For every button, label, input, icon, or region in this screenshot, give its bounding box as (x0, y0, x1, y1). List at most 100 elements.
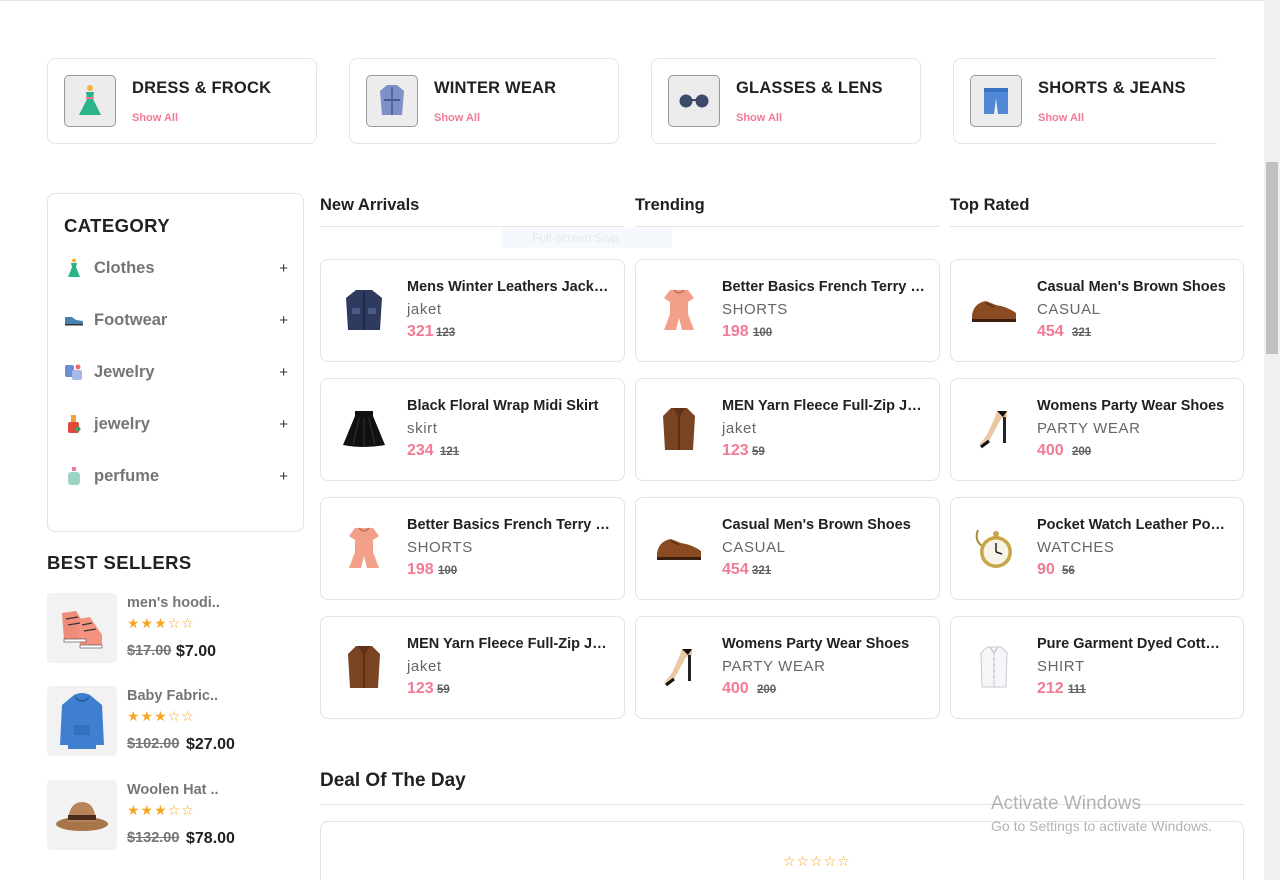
category-card-glasses[interactable]: GLASSES & LENS Show All (651, 58, 921, 144)
product-card[interactable]: Womens Party Wear Shoes PARTY WEAR 400 2… (950, 378, 1244, 481)
category-title: SHORTS & JEANS (1038, 79, 1186, 97)
product-name: Casual Men's Brown Shoes (722, 517, 911, 533)
product-price: 400 (722, 680, 749, 697)
category-sidebar: CATEGORY Clothes + Footwear + Jewelry + … (47, 193, 304, 532)
rating-stars: ★★★☆☆ (127, 708, 195, 724)
product-name: Black Floral Wrap Midi Skirt (407, 398, 599, 414)
product-category: SHORTS (407, 539, 473, 556)
price: $27.00 (186, 736, 235, 753)
product-name: Casual Men's Brown Shoes (1037, 279, 1226, 295)
product-card[interactable]: Womens Party Wear Shoes PARTY WEAR 400 2… (635, 616, 940, 719)
sidebar-title: CATEGORY (64, 215, 170, 236)
best-sellers-title: BEST SELLERS (47, 552, 192, 573)
product-card[interactable]: Mens Winter Leathers Jackets jaket 321 1… (320, 259, 625, 362)
product-card[interactable]: Better Basics French Terry Shorts SHORTS… (320, 497, 625, 600)
product-category: PARTY WEAR (722, 658, 826, 675)
jewelry-icon (64, 362, 84, 382)
shoe-icon (64, 310, 84, 330)
product-price: 234 (407, 442, 434, 459)
best-seller-item[interactable]: Woolen Hat .. ★★★☆☆ $132.00 $78.00 (47, 780, 305, 850)
category-strip: DRESS & FROCK Show All WINTER WEAR Show … (47, 58, 1217, 144)
rating-stars: ★★★☆☆ (127, 802, 195, 818)
product-name: Pure Garment Dyed Cotton Shirt (1037, 636, 1227, 652)
product-card[interactable]: Pure Garment Dyed Cotton Shirt SHIRT 212… (950, 616, 1244, 719)
romper-icon (337, 520, 391, 576)
sidebar-item-jewelry-2[interactable]: jewelry + (64, 410, 288, 438)
top-rated-heading: Top Rated (950, 196, 1244, 227)
sidebar-item-label: jewelry (94, 414, 150, 433)
sidebar-item-clothes[interactable]: Clothes + (64, 254, 288, 282)
sidebar-item-jewelry[interactable]: Jewelry + (64, 358, 288, 386)
heel-icon (652, 639, 706, 695)
product-card[interactable]: Casual Men's Brown Shoes CASUAL 454 321 (950, 259, 1244, 362)
nail-polish-icon (64, 414, 84, 434)
product-card[interactable]: MEN Yarn Fleece Full-Zip Jacket jaket 12… (320, 616, 625, 719)
shoe-icon (652, 520, 706, 576)
product-category: skirt (407, 420, 438, 437)
scrollbar-thumb[interactable] (1266, 162, 1278, 354)
product-price: 198 (407, 561, 434, 578)
product-category: SHIRT (1037, 658, 1085, 675)
hoodie-icon (47, 686, 117, 756)
best-seller-item[interactable]: Baby Fabric.. ★★★☆☆ $102.00 $27.00 (47, 686, 305, 756)
show-all-link[interactable]: Show All (434, 112, 480, 124)
glasses-icon (668, 75, 720, 127)
show-all-link[interactable]: Show All (736, 112, 782, 124)
best-seller-name: men's hoodi.. (127, 595, 220, 611)
product-card[interactable]: Better Basics French Terry Shorts SHORTS… (635, 259, 940, 362)
show-all-link[interactable]: Show All (1038, 112, 1084, 124)
product-category: PARTY WEAR (1037, 420, 1141, 437)
expand-icon[interactable]: + (279, 260, 288, 277)
product-card[interactable]: Casual Men's Brown Shoes CASUAL 454 321 (635, 497, 940, 600)
expand-icon[interactable]: + (279, 364, 288, 381)
activate-windows-subtitle: Go to Settings to activate Windows. (991, 818, 1212, 834)
product-card[interactable]: MEN Yarn Fleece Full-Zip Jacket jaket 12… (635, 378, 940, 481)
old-price: $17.00 (127, 643, 172, 659)
category-title: WINTER WEAR (434, 79, 557, 97)
product-old-price: 59 (437, 684, 450, 696)
expand-icon[interactable]: + (279, 416, 288, 433)
sidebar-item-footwear[interactable]: Footwear + (64, 306, 288, 334)
product-old-price: 100 (438, 565, 458, 577)
product-name: Womens Party Wear Shoes (722, 636, 910, 652)
snip-overlay: Full-screen Snip (502, 228, 672, 248)
price: $78.00 (186, 830, 235, 847)
sidebar-item-perfume[interactable]: perfume + (64, 462, 288, 490)
product-old-price: 111 (1068, 684, 1086, 696)
vertical-scrollbar[interactable] (1264, 0, 1280, 880)
coat-icon (652, 401, 706, 457)
hat-icon (47, 780, 117, 850)
product-name: Better Basics French Terry Shorts (407, 517, 612, 533)
skirt-icon (337, 401, 391, 457)
sneaker-icon (47, 593, 117, 663)
expand-icon[interactable]: + (279, 468, 288, 485)
best-seller-name: Woolen Hat .. (127, 782, 219, 798)
category-card-winter[interactable]: WINTER WEAR Show All (349, 58, 619, 144)
product-price: 454 (722, 561, 749, 578)
product-price: 321 (407, 323, 434, 340)
shirt-icon (967, 639, 1021, 695)
expand-icon[interactable]: + (279, 312, 288, 329)
product-old-price: 321 (1072, 327, 1092, 339)
category-title: DRESS & FROCK (132, 79, 272, 97)
category-card-shorts[interactable]: SHORTS & JEANS Show All (953, 58, 1217, 144)
product-card[interactable]: Black Floral Wrap Midi Skirt skirt 234 1… (320, 378, 625, 481)
category-title: GLASSES & LENS (736, 79, 883, 97)
product-price: 212 (1037, 680, 1064, 697)
sidebar-item-label: Footwear (94, 310, 168, 329)
product-old-price: 200 (757, 684, 777, 696)
product-category: SHORTS (722, 301, 788, 318)
sidebar-item-label: Clothes (94, 258, 155, 277)
product-price: 400 (1037, 442, 1064, 459)
category-card-dress[interactable]: DRESS & FROCK Show All (47, 58, 317, 144)
product-old-price: 56 (1062, 565, 1075, 577)
sidebar-item-label: Jewelry (94, 362, 155, 381)
product-card[interactable]: Pocket Watch Leather Pouch WATCHES 90 56 (950, 497, 1244, 600)
product-old-price: 59 (752, 446, 765, 458)
perfume-icon (64, 466, 84, 486)
best-seller-item[interactable]: men's hoodi.. ★★★☆☆ $17.00 $7.00 (47, 593, 305, 663)
show-all-link[interactable]: Show All (132, 112, 178, 124)
sidebar-item-label: perfume (94, 466, 160, 485)
coat-icon (337, 639, 391, 695)
product-category: CASUAL (1037, 301, 1101, 318)
